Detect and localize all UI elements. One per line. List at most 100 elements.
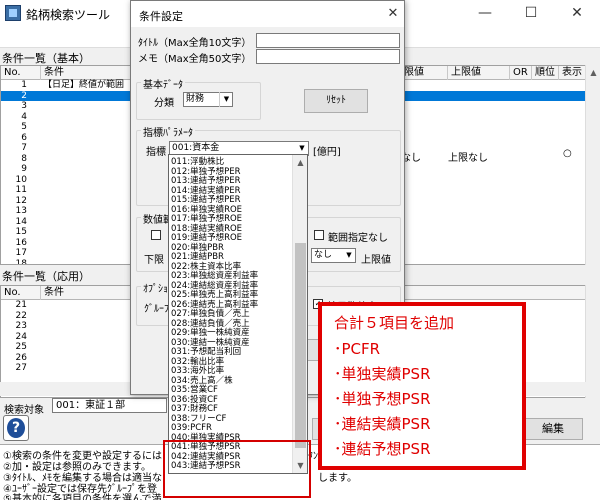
maximize-icon[interactable]: ☐ (508, 0, 554, 26)
row-number: 6 (21, 132, 27, 143)
info-line-tail: します。 (318, 473, 357, 484)
basic-data-title: 基本ﾃﾞｰﾀ (141, 76, 185, 91)
annotation-line: 合計５項目を追加 (334, 314, 455, 332)
category-label: 分類 (154, 98, 174, 109)
minimize-icon[interactable]: — (462, 0, 508, 26)
basic-conditions-label: 条件一覧（基本） (2, 52, 90, 65)
col-upper: 上限値 (448, 66, 510, 80)
dropdown-item[interactable]: 037:財務CF (171, 404, 218, 414)
dropdown-item[interactable]: 032:輸出比率 (171, 357, 224, 367)
row-number: 15 (15, 227, 27, 237)
dropdown-item[interactable]: 026:連結売上高利益率 (171, 300, 258, 310)
dropdown-item[interactable]: 033:海外比率 (171, 366, 224, 376)
index-label: 指標 (146, 147, 166, 158)
row-number: 9 (21, 164, 27, 174)
dialog-title-bar: 条件設定 ✕ (131, 1, 404, 27)
row-number: 17 (15, 248, 27, 258)
dropdown-item[interactable]: 038:フリーCF (171, 414, 226, 424)
dropdown-item[interactable]: 028:連結負債／売上 (171, 319, 250, 329)
group-label: ｸﾞﾙｰﾌ (144, 304, 169, 315)
dropdown-item[interactable]: 018:連結実績ROE (171, 224, 242, 234)
range-none-label: 範囲指定なし (328, 233, 388, 244)
dropdown-item[interactable]: 016:単独実績ROE (171, 205, 242, 215)
annotation-line: ･連結実績PSR (334, 415, 431, 433)
row-number: 3 (21, 101, 27, 111)
dropdown-item[interactable]: 015:連結予想PER (171, 195, 241, 205)
row-number: 2 (21, 90, 27, 101)
app-title: 銘柄検索ツール (26, 8, 111, 22)
dropdown-item[interactable]: 036:投資CF (171, 395, 218, 405)
index-dropdown-list: 011:浮動株比 012:単独予想PER 013:連結予想PER 014:連結実績PE… (168, 154, 308, 474)
dropdown-item[interactable]: 014:連結実績PER (171, 186, 241, 196)
row-number: 7 (21, 143, 27, 153)
annotation-line: ･単独実績PSR (334, 365, 431, 383)
adv-col-no: No. (1, 286, 41, 300)
edit-button[interactable]: 編集 (523, 418, 583, 440)
row1-display-mark: ○ (563, 148, 572, 159)
dropdown-item[interactable]: 020:単独PBR (171, 243, 224, 253)
range-none-checkbox[interactable] (314, 230, 324, 240)
dropdown-item[interactable]: 035:営業CF (171, 385, 218, 395)
annotation-line: ･連結予想PSR (334, 440, 431, 458)
index-parameter-title: 指標ﾊﾟﾗﾒｰﾀ (141, 124, 195, 139)
dropdown-item[interactable]: 022:株主資本比率 (171, 262, 241, 272)
help-icon: ? (7, 418, 25, 438)
dropdown-item[interactable]: 017:単独予想ROE (171, 214, 242, 224)
search-target-field[interactable]: 001：東証１部 (52, 398, 167, 413)
row-number: 12 (15, 195, 27, 206)
row-number: 21 (15, 300, 27, 310)
dropdown-item[interactable]: 031:予想配当利回 (171, 347, 241, 357)
memo-input[interactable] (256, 49, 400, 64)
lower-limit-label: 下限 (144, 255, 164, 266)
reset-button[interactable]: ﾘｾｯﾄ (304, 89, 368, 113)
row-number: 1 (21, 80, 27, 90)
dropdown-scroll-thumb[interactable] (295, 243, 306, 448)
range-checkbox[interactable] (151, 230, 161, 240)
dropdown-item[interactable]: 019:連結予想ROE (171, 233, 242, 243)
row-number: 11 (15, 185, 27, 195)
search-target-label: 検索対象 (4, 405, 44, 416)
dropdown-item[interactable]: 011:浮動株比 (171, 157, 224, 167)
row-condition: 【日足】終値が範囲 (43, 80, 125, 90)
unit-label: [億円] (313, 147, 341, 158)
info-line: ⑤基本的に各項目の条件を選んで満 (3, 494, 162, 500)
scroll-up-icon[interactable]: ▲ (586, 65, 600, 80)
row-number: 23 (15, 321, 27, 331)
chevron-down-icon[interactable]: ▼ (219, 92, 233, 107)
dropdown-item[interactable]: 025:単独売上高利益率 (171, 290, 258, 300)
row-number: 5 (21, 122, 27, 132)
annotation-line: ･単独予想PSR (334, 390, 431, 408)
annotation-line: ･PCFR (334, 340, 381, 358)
row-number: 13 (15, 206, 27, 216)
dropdown-item[interactable]: 024:連結総資産利益率 (171, 281, 258, 291)
dropdown-item[interactable]: 013:連結予想PER (171, 176, 241, 186)
basic-grid-scrollbar[interactable]: ▲ (585, 65, 600, 265)
dropdown-item[interactable]: 021:連結PBR (171, 252, 224, 262)
dropdown-item[interactable]: 027:単独負債／売上 (171, 309, 250, 319)
row-number: 14 (15, 216, 27, 227)
row-number: 18 (15, 258, 27, 265)
help-button[interactable]: ? (3, 415, 29, 441)
dropdown-item[interactable]: 039:PCFR (171, 423, 212, 433)
close-icon[interactable]: ✕ (554, 0, 600, 26)
dropdown-item[interactable]: 023:単独総資産利益率 (171, 271, 258, 281)
col-rank: 順位 (532, 66, 559, 80)
row-number: 27 (15, 363, 27, 373)
dropdown-item[interactable]: 034:売上高／株 (171, 376, 233, 386)
row-number: 22 (15, 310, 27, 321)
row-number: 26 (15, 352, 27, 363)
memo-field-label: メモ（Max全角50文字） (138, 54, 252, 65)
dropdown-scrollbar[interactable]: ▲ ▼ (292, 155, 307, 473)
col-or: OR (510, 66, 532, 80)
dropdown-item[interactable]: 012:単独予想PER (171, 167, 241, 177)
scroll-up-icon[interactable]: ▲ (293, 155, 307, 170)
added-items-annotation: 合計５項目を追加 ･PCFR ･単独実績PSR ･単独予想PSR ･連結実績PS… (318, 302, 526, 470)
row-number: 16 (15, 237, 27, 248)
title-field-label: ﾀｲﾄﾙ（Max全角10文字） (138, 38, 252, 49)
chevron-down-icon[interactable]: ▼ (342, 248, 356, 263)
dialog-close-icon[interactable]: ✕ (384, 4, 402, 24)
row1-upper: 上限なし (448, 153, 488, 164)
title-input[interactable] (256, 33, 400, 48)
dropdown-item[interactable]: 029:単独一株純資産 (171, 328, 250, 338)
dropdown-item[interactable]: 030:連結一株純資産 (171, 338, 250, 348)
